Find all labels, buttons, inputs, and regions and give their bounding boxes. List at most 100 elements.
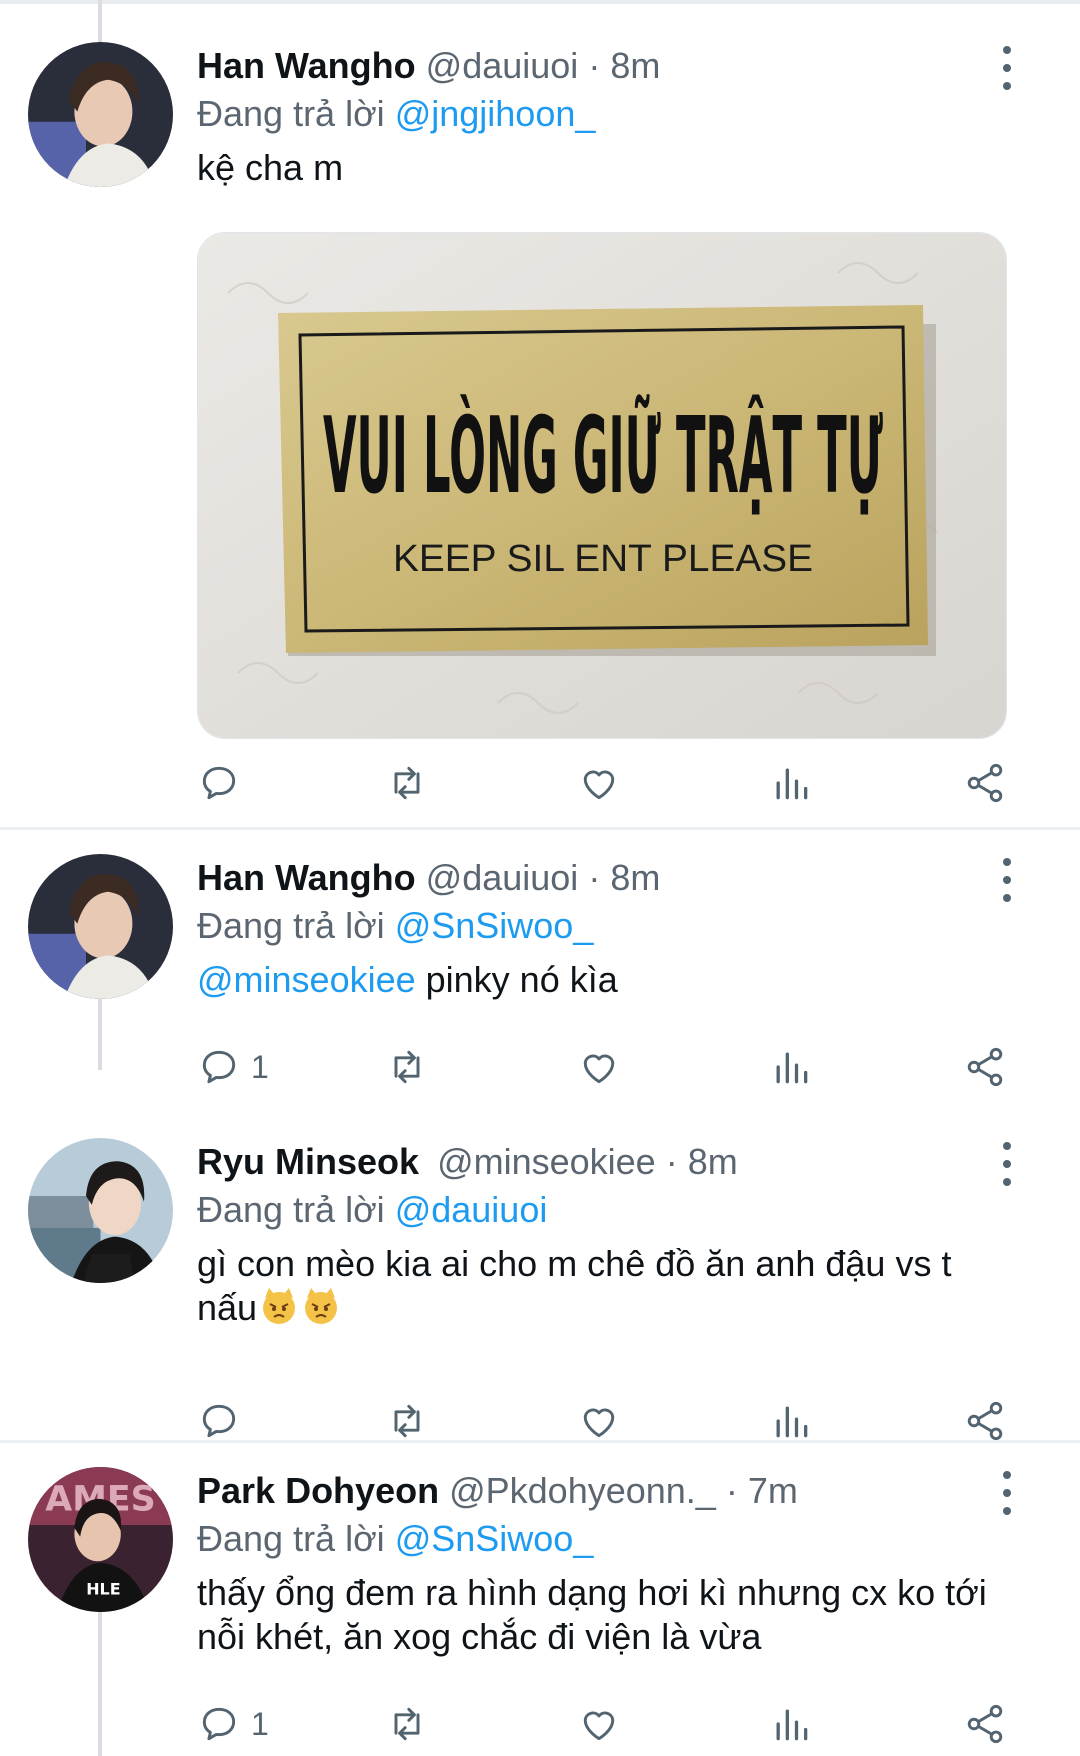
retweet-icon xyxy=(394,1404,420,1438)
pouting-cat-icon xyxy=(305,1288,338,1324)
tweet-text: kệ cha m xyxy=(197,147,344,188)
more-icon[interactable] xyxy=(996,1142,1018,1186)
like-button[interactable] xyxy=(577,1699,621,1749)
timestamp[interactable]: · 7m xyxy=(726,1470,798,1511)
retweet-icon xyxy=(394,1707,420,1741)
retweet-icon xyxy=(394,1050,420,1084)
analytics-icon xyxy=(776,1052,808,1084)
action-bar xyxy=(197,1396,1009,1446)
like-icon xyxy=(583,1054,615,1084)
handle[interactable]: @dauiuoi xyxy=(426,45,579,86)
avatar-image xyxy=(28,1138,173,1283)
handle[interactable]: @dauiuoi xyxy=(426,857,579,898)
display-name[interactable]: Han Wangho xyxy=(197,45,416,86)
reply-button[interactable] xyxy=(197,758,251,808)
analytics-icon xyxy=(776,1709,808,1741)
avatar[interactable]: AMES HLE xyxy=(28,1467,173,1612)
tweet[interactable]: AMES HLE Park Dohyeon @Pkdohyeonn._ · 7m… xyxy=(0,1443,1080,1756)
reply-to-mention[interactable]: @SnSiwoo_ xyxy=(395,905,594,946)
retweet-button[interactable] xyxy=(385,1396,429,1446)
display-name[interactable]: Han Wangho xyxy=(197,857,416,898)
share-button[interactable] xyxy=(963,1396,1007,1446)
display-name[interactable]: Park Dohyeon xyxy=(197,1470,439,1511)
svg-text:HLE: HLE xyxy=(86,1580,120,1599)
more-icon[interactable] xyxy=(996,1471,1018,1515)
reply-count: 1 xyxy=(251,1048,269,1085)
display-name[interactable]: Ryu Minseok xyxy=(197,1141,419,1182)
sign-photo: VUI LÒNG GIỮ TRẬT TỰ KEEP SIL ENT PLEASE xyxy=(198,233,1006,738)
reply-prefix: Đang trả lời xyxy=(197,905,395,946)
reply-to-mention[interactable]: @SnSiwoo_ xyxy=(395,1518,594,1559)
avatar-image: AMES HLE xyxy=(28,1467,173,1612)
tweet-text: thấy ổng đem ra hình dạng hơi kì nhưng c… xyxy=(197,1572,987,1657)
reply-button[interactable] xyxy=(197,1396,251,1446)
tweet-text: @minseokiee pinky nó kìa xyxy=(197,958,1020,1002)
timestamp[interactable]: · 8m xyxy=(666,1141,738,1182)
sign-sub-text: KEEP SIL ENT PLEASE xyxy=(393,538,813,580)
share-icon xyxy=(967,1401,1003,1441)
analytics-button[interactable] xyxy=(769,1042,813,1092)
share-button[interactable] xyxy=(963,1042,1007,1092)
avatar[interactable] xyxy=(28,42,173,187)
avatar[interactable] xyxy=(28,1138,173,1283)
tweet[interactable]: Han Wangho @dauiuoi · 8m Đang trả lời @j… xyxy=(0,0,1080,830)
tweet[interactable]: Ryu Minseok @minseokiee · 8m Đang trả lờ… xyxy=(0,1120,1080,1442)
timestamp[interactable]: · 8m xyxy=(588,857,660,898)
avatar-image xyxy=(28,42,173,187)
tweet[interactable]: Han Wangho @dauiuoi · 8m Đang trả lời @S… xyxy=(0,830,1080,1120)
tweet-header: Han Wangho @dauiuoi · 8m xyxy=(197,44,1020,88)
more-icon[interactable] xyxy=(996,46,1018,90)
reply-button[interactable]: 1 xyxy=(197,1042,269,1092)
analytics-icon xyxy=(776,1406,808,1438)
handle[interactable]: @minseokiee xyxy=(437,1141,656,1182)
analytics-icon xyxy=(776,768,808,800)
share-button[interactable] xyxy=(963,1699,1007,1749)
avatar[interactable] xyxy=(28,854,173,999)
share-icon xyxy=(967,763,1003,803)
reply-button[interactable]: 1 xyxy=(197,1699,269,1749)
like-icon xyxy=(583,1711,615,1741)
avatar-image xyxy=(28,854,173,999)
retweet-button[interactable] xyxy=(385,1042,429,1092)
replying-to: Đang trả lời @SnSiwoo_ xyxy=(197,1517,1020,1561)
retweet-button[interactable] xyxy=(385,758,429,808)
replying-to: Đang trả lời @jngjihoon_ xyxy=(197,92,1020,136)
reply-to-mention[interactable]: @jngjihoon_ xyxy=(395,93,596,134)
reply-icon xyxy=(202,1050,236,1084)
analytics-button[interactable] xyxy=(769,758,813,808)
more-icon[interactable] xyxy=(996,858,1018,902)
share-icon xyxy=(967,1047,1003,1087)
reply-icon xyxy=(202,1707,236,1741)
retweet-button[interactable] xyxy=(385,1699,429,1749)
reply-to-mention[interactable]: @dauiuoi xyxy=(395,1189,548,1230)
replying-to: Đang trả lời @SnSiwoo_ xyxy=(197,904,1020,948)
tweet-header: Ryu Minseok @minseokiee · 8m xyxy=(197,1140,1020,1184)
reply-icon xyxy=(202,766,236,800)
action-bar: 1 xyxy=(197,1699,1009,1749)
like-icon xyxy=(583,770,615,800)
like-icon xyxy=(583,1408,615,1438)
like-button[interactable] xyxy=(577,758,621,808)
reply-prefix: Đang trả lời xyxy=(197,1189,395,1230)
retweet-icon xyxy=(394,766,420,800)
pouting-cat-icon xyxy=(263,1288,296,1324)
share-icon xyxy=(967,1704,1003,1744)
analytics-button[interactable] xyxy=(769,1396,813,1446)
handle[interactable]: @Pkdohyeonn._ xyxy=(449,1470,716,1511)
share-button[interactable] xyxy=(963,758,1007,808)
action-bar xyxy=(197,758,1009,808)
sign-main-text: VUI LÒNG GIỮ TRẬT TỰ xyxy=(323,393,883,517)
timestamp[interactable]: · 8m xyxy=(588,45,660,86)
action-bar: 1 xyxy=(197,1042,1009,1092)
like-button[interactable] xyxy=(577,1042,621,1092)
tweet-text: gì con mèo kia ai cho m chê đồ ăn anh đậ… xyxy=(197,1242,1020,1330)
analytics-button[interactable] xyxy=(769,1699,813,1749)
tweet-text-body: pinky nó kìa xyxy=(415,959,618,1000)
tweet-media-image[interactable]: VUI LÒNG GIỮ TRẬT TỰ KEEP SIL ENT PLEASE xyxy=(197,232,1007,739)
tweet-header: Park Dohyeon @Pkdohyeonn._ · 7m xyxy=(197,1469,1020,1513)
reply-prefix: Đang trả lời xyxy=(197,93,395,134)
text-mention[interactable]: @minseokiee xyxy=(197,959,416,1000)
reply-prefix: Đang trả lời xyxy=(197,1518,395,1559)
replying-to: Đang trả lời @dauiuoi xyxy=(197,1188,1020,1232)
like-button[interactable] xyxy=(577,1396,621,1446)
